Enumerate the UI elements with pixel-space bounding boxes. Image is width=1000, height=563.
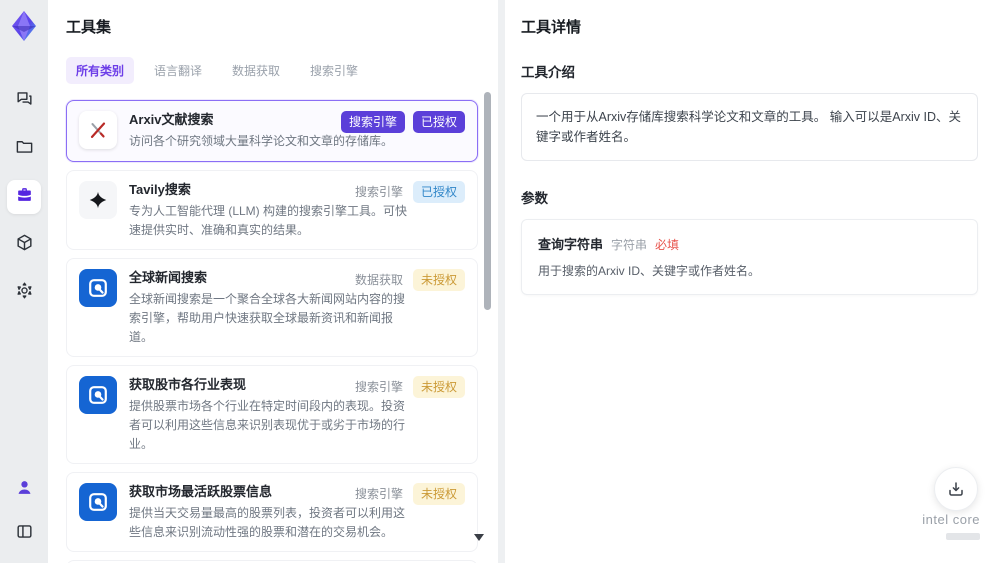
rail-item-cube[interactable] [7, 228, 41, 262]
scroll-down-indicator[interactable] [474, 534, 484, 541]
intro-text: 一个用于从Arxiv存储库搜索科学论文和文章的工具。 输入可以是Arxiv ID… [521, 93, 978, 161]
gem-logo-icon [12, 11, 36, 41]
download-button[interactable] [934, 467, 978, 511]
tool-card[interactable]: 获取市场最活跃股票信息 提供当天交易量最高的股票列表，投资者可以利用这些信息来识… [66, 472, 478, 553]
detail-title: 工具详情 [521, 19, 582, 36]
auth-status-badge: 未授权 [412, 483, 465, 506]
scrollbar-thumb[interactable] [484, 92, 491, 310]
param-name: 查询字符串 [538, 237, 604, 252]
tool-list-panel: 工具集 所有类别 语言翻译 数据获取 搜索引擎 Arxiv文献搜索 访问各个研究领域大… [48, 0, 498, 563]
params-list: 查询字符串 字符串 必填 用于搜索的Arxiv ID、关键字或作者姓名。 [521, 219, 978, 295]
tool-description: 全球新闻搜索是一个聚合全球各大新闻网站内容的搜索引擎，帮助用户快速获取全球最新资… [129, 292, 406, 344]
tool-list-title: 工具集 [66, 19, 112, 36]
tab-2[interactable]: 数据获取 [222, 57, 290, 84]
star-icon [79, 180, 117, 219]
category-badge: 搜索引擎 [340, 111, 405, 133]
q-app-icon [79, 269, 117, 308]
intel-core-brand: intel core [922, 512, 980, 545]
param-type: 字符串 [611, 238, 648, 252]
folder-icon [15, 137, 34, 161]
category-badge: 搜索引擎 [354, 487, 403, 502]
tab-0[interactable]: 所有类别 [66, 57, 135, 84]
rail-item-settings[interactable] [7, 276, 41, 310]
cube-icon [15, 233, 34, 257]
tab-1[interactable]: 语言翻译 [144, 57, 212, 84]
user-icon [15, 478, 34, 502]
left-rail [0, 0, 48, 563]
q-app-icon [79, 376, 117, 415]
category-badge: 搜索引擎 [354, 380, 403, 395]
rail-item-chat[interactable] [7, 84, 41, 118]
panel-toggle-icon [15, 522, 34, 546]
category-tabs: 所有类别 语言翻译 数据获取 搜索引擎 [66, 57, 480, 84]
rail-item-toolbox[interactable] [7, 180, 41, 214]
rail-nav [7, 84, 41, 310]
toolbox-icon [15, 185, 34, 209]
tool-cards: Arxiv文献搜索 访问各个研究领域大量科学论文和文章的存储库。 搜索引擎 已授… [66, 100, 478, 563]
list-scrollbar[interactable] [484, 88, 491, 550]
tab-3[interactable]: 搜索引擎 [300, 57, 368, 84]
tool-card[interactable]: Arxiv文献搜索 访问各个研究领域大量科学论文和文章的存储库。 搜索引擎 已授… [66, 100, 478, 162]
param-card: 查询字符串 字符串 必填 用于搜索的Arxiv ID、关键字或作者姓名。 [521, 219, 978, 295]
app-logo[interactable] [6, 8, 42, 44]
tool-card[interactable]: 全球新闻搜索 全球新闻搜索是一个聚合全球各大新闻网站内容的搜索引擎，帮助用户快速… [66, 258, 478, 358]
param-description: 用于搜索的Arxiv ID、关键字或作者姓名。 [538, 264, 761, 278]
download-icon [949, 482, 963, 496]
brand-subtext [946, 533, 980, 540]
rail-item-user[interactable] [7, 473, 41, 507]
tool-description: 提供当天交易量最高的股票列表，投资者可以利用这些信息来识别流动性强的股票和潜在的… [129, 506, 406, 539]
category-badge: 数据获取 [354, 273, 403, 288]
brand-text: intel core [922, 512, 980, 527]
chat-icon [15, 89, 34, 113]
params-label: 参数 [521, 191, 548, 206]
q-app-icon [79, 483, 117, 522]
rail-item-folder[interactable] [7, 132, 41, 166]
tool-description: 提供股票市场各个行业在特定时间段内的表现。投资者可以利用这些信息来识别表现优于或… [129, 399, 406, 451]
intro-label: 工具介绍 [521, 65, 575, 80]
arxiv-icon [79, 111, 117, 149]
param-required-badge: 必填 [655, 238, 680, 252]
auth-status-badge: 未授权 [412, 376, 465, 399]
tool-detail-panel: 工具详情 工具介绍 一个用于从Arxiv存储库搜索科学论文和文章的工具。 输入可… [505, 0, 1000, 563]
auth-status-badge: 已授权 [412, 111, 465, 133]
category-badge: 搜索引擎 [354, 184, 403, 199]
tool-card[interactable]: 获取股市各行业表现 提供股票市场各个行业在特定时间段内的表现。投资者可以利用这些… [66, 365, 478, 465]
tool-card[interactable]: Tavily搜索 专为人工智能代理 (LLM) 构建的搜索引擎工具。可快速提供实… [66, 169, 478, 251]
tool-description: 专为人工智能代理 (LLM) 构建的搜索引擎工具。可快速提供实时、准确和真实的结… [129, 203, 408, 237]
auth-status-badge: 已授权 [412, 180, 465, 203]
rail-item-panel-toggle[interactable] [7, 517, 41, 551]
rail-bottom [7, 473, 41, 551]
auth-status-badge: 未授权 [412, 269, 465, 292]
settings-icon [15, 281, 34, 305]
tool-description: 访问各个研究领域大量科学论文和文章的存储库。 [129, 134, 394, 149]
